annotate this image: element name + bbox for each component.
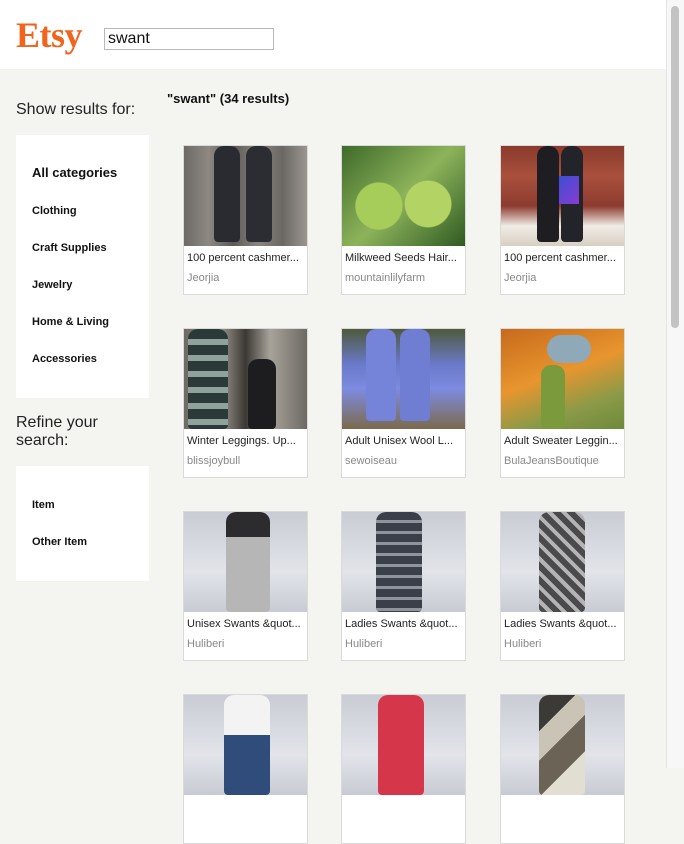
- product-card[interactable]: Adult Unisex Wool L... sewoiseau: [341, 328, 466, 478]
- refine-panel: Item Other Item: [16, 466, 149, 581]
- category-accessories[interactable]: Accessories: [32, 353, 97, 365]
- product-image[interactable]: [501, 146, 624, 246]
- refine-other-item[interactable]: Other Item: [32, 536, 87, 548]
- product-card[interactable]: [341, 694, 466, 844]
- category-jewelry[interactable]: Jewelry: [32, 279, 72, 291]
- shop-name[interactable]: sewoiseau: [345, 455, 397, 467]
- product-image[interactable]: [342, 512, 465, 612]
- product-title[interactable]: Milkweed Seeds Hair...: [345, 252, 463, 264]
- product-card[interactable]: 100 percent cashmer... Jeorjia: [183, 145, 308, 295]
- product-image[interactable]: [184, 512, 307, 612]
- product-title[interactable]: Adult Sweater Leggin...: [504, 435, 622, 447]
- product-image[interactable]: [184, 329, 307, 429]
- shop-name[interactable]: Huliberi: [504, 638, 541, 650]
- shop-name[interactable]: BulaJeansBoutique: [504, 455, 599, 467]
- product-image[interactable]: [342, 695, 465, 795]
- shop-name[interactable]: mountainlilyfarm: [345, 272, 425, 284]
- shop-name[interactable]: Jeorjia: [187, 272, 219, 284]
- product-title[interactable]: 100 percent cashmer...: [504, 252, 622, 264]
- refine-item[interactable]: Item: [32, 499, 55, 511]
- shop-name[interactable]: blissjoybull: [187, 455, 240, 467]
- search-input[interactable]: swant: [104, 28, 274, 50]
- category-panel: All categories Clothing Craft Supplies J…: [16, 135, 149, 398]
- product-card[interactable]: Unisex Swants &quot... Huliberi: [183, 511, 308, 661]
- results-heading: "swant" (34 results): [167, 91, 290, 106]
- product-image[interactable]: [342, 329, 465, 429]
- product-card[interactable]: Milkweed Seeds Hair... mountainlilyfarm: [341, 145, 466, 295]
- page-scrollbar[interactable]: [666, 0, 684, 768]
- product-card[interactable]: [500, 694, 625, 844]
- etsy-logo[interactable]: Etsy: [16, 14, 83, 56]
- scrollbar-thumb[interactable]: [671, 6, 679, 328]
- product-card[interactable]: 100 percent cashmer... Jeorjia: [500, 145, 625, 295]
- product-card[interactable]: Ladies Swants &quot... Huliberi: [341, 511, 466, 661]
- product-image[interactable]: [501, 695, 624, 795]
- category-home-living[interactable]: Home & Living: [32, 316, 109, 328]
- product-title[interactable]: Ladies Swants &quot...: [345, 618, 463, 630]
- product-title[interactable]: 100 percent cashmer...: [187, 252, 305, 264]
- shop-name[interactable]: Jeorjia: [504, 272, 536, 284]
- product-title[interactable]: Unisex Swants &quot...: [187, 618, 305, 630]
- product-card[interactable]: Adult Sweater Leggin... BulaJeansBoutiqu…: [500, 328, 625, 478]
- product-image[interactable]: [342, 146, 465, 246]
- category-clothing[interactable]: Clothing: [32, 205, 77, 217]
- product-title[interactable]: Winter Leggings. Up...: [187, 435, 305, 447]
- product-image[interactable]: [184, 695, 307, 795]
- product-image[interactable]: [184, 146, 307, 246]
- product-image[interactable]: [501, 512, 624, 612]
- product-card[interactable]: Winter Leggings. Up... blissjoybull: [183, 328, 308, 478]
- show-results-title: Show results for:: [16, 101, 136, 118]
- product-card[interactable]: [183, 694, 308, 844]
- category-all[interactable]: All categories: [32, 165, 117, 180]
- product-title[interactable]: Ladies Swants &quot...: [504, 618, 622, 630]
- refine-search-title: Refine your search:: [16, 414, 98, 449]
- category-craft-supplies[interactable]: Craft Supplies: [32, 242, 107, 254]
- shop-name[interactable]: Huliberi: [187, 638, 224, 650]
- site-header: Etsy swant: [0, 0, 666, 69]
- product-title[interactable]: Adult Unisex Wool L...: [345, 435, 463, 447]
- product-image[interactable]: [501, 329, 624, 429]
- product-card[interactable]: Ladies Swants &quot... Huliberi: [500, 511, 625, 661]
- shop-name[interactable]: Huliberi: [345, 638, 382, 650]
